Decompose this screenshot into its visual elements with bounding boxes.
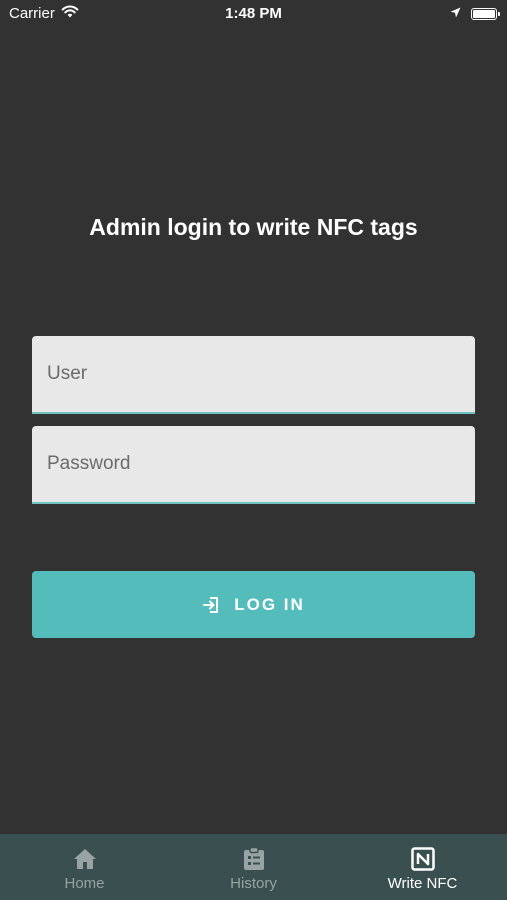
page-title: Admin login to write NFC tags bbox=[89, 214, 418, 240]
tab-write-nfc[interactable]: Write NFC bbox=[338, 834, 507, 900]
tab-home[interactable]: Home bbox=[0, 834, 169, 900]
status-right bbox=[450, 5, 500, 22]
user-input[interactable] bbox=[32, 336, 475, 412]
tab-history-label: History bbox=[230, 875, 277, 892]
tab-history[interactable]: History bbox=[169, 834, 338, 900]
login-button[interactable]: LOG IN bbox=[32, 571, 475, 638]
password-input[interactable] bbox=[32, 426, 475, 502]
battery-icon bbox=[471, 7, 500, 20]
location-arrow-icon bbox=[450, 5, 461, 22]
user-field[interactable] bbox=[32, 336, 475, 414]
screen: Carrier 1:48 PM Admin login to write NFC bbox=[0, 0, 507, 900]
login-label: LOG IN bbox=[234, 594, 305, 614]
password-field[interactable] bbox=[32, 426, 475, 504]
tab-write-nfc-label: Write NFC bbox=[387, 875, 458, 892]
nfc-icon bbox=[410, 847, 435, 871]
tab-home-label: Home bbox=[64, 875, 105, 892]
login-icon bbox=[202, 596, 220, 614]
status-bar: Carrier 1:48 PM bbox=[0, 0, 507, 28]
clipboard-icon bbox=[243, 847, 265, 871]
status-time: 1:48 PM bbox=[225, 5, 282, 22]
home-icon bbox=[73, 847, 97, 871]
tab-bar: Home History Write NFC bbox=[0, 834, 507, 900]
